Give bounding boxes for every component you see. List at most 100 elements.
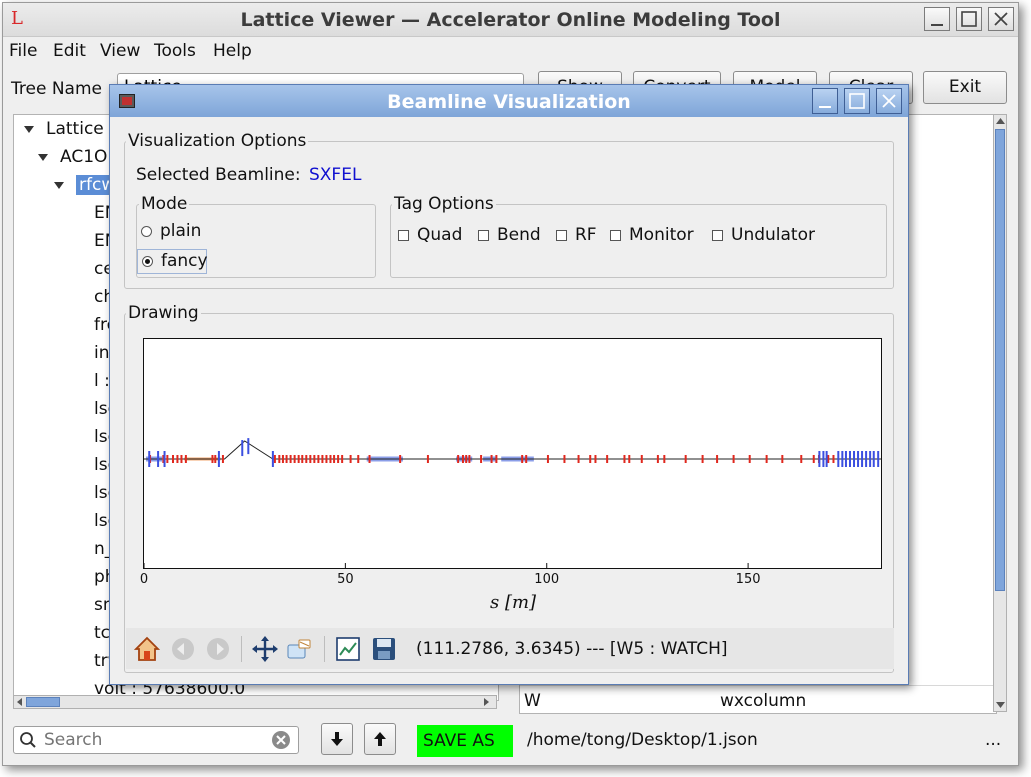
rf-element-mark (221, 455, 224, 463)
tree-node-root[interactable]: Lattice (24, 115, 104, 143)
rf-element-mark (368, 455, 371, 463)
table-divider (520, 685, 996, 686)
home-icon[interactable] (134, 636, 160, 662)
menu-help[interactable]: Help (213, 41, 252, 61)
rf-element-mark (495, 455, 498, 463)
file-path: /home/tong/Desktop/1.json (527, 730, 758, 750)
rf-element-mark (732, 455, 735, 463)
dialog-close-button[interactable] (876, 88, 902, 114)
scroll-right-icon[interactable] (482, 698, 490, 706)
property-vertical-scrollbar[interactable] (993, 114, 1007, 712)
monitor-checkbox[interactable] (610, 230, 621, 241)
rf-element-mark (606, 455, 609, 463)
tree-node-ac1o[interactable]: AC1O (38, 143, 107, 171)
property-scroll-thumb[interactable] (995, 129, 1005, 591)
rf-element-mark (765, 455, 768, 463)
quad-element-mark (853, 451, 856, 467)
rf-element-mark (289, 455, 292, 463)
rf-element-mark (333, 455, 336, 463)
bottom-bar: SAVE AS /home/tong/Desktop/1.json ... (3, 718, 1018, 765)
rf-element-mark (214, 455, 217, 463)
undulator-checkbox[interactable] (712, 230, 723, 241)
quad-element-mark (857, 451, 860, 467)
dialog-title-bar[interactable]: Beamline Visualization (110, 85, 908, 117)
subplots-icon[interactable] (335, 636, 361, 662)
dialog-maximize-button[interactable] (844, 88, 870, 114)
menu-tools[interactable]: Tools (154, 41, 196, 61)
close-icon (882, 94, 896, 108)
rf-element-mark (166, 455, 169, 463)
cursor-status-readout: (111.2786, 3.6345) --- [W5 : WATCH] (416, 639, 728, 659)
main-title-bar[interactable]: L Lattice Viewer — Accelerator Online Mo… (3, 3, 1018, 37)
beamline-path (144, 440, 881, 460)
quad-checkbox[interactable] (398, 230, 409, 241)
rf-element-mark (812, 455, 815, 463)
search-next-button[interactable] (321, 723, 353, 755)
fancy-radio[interactable] (142, 256, 153, 267)
beamline-plot-area[interactable] (143, 338, 882, 569)
menu-edit[interactable]: Edit (53, 41, 86, 61)
quad-element-mark (841, 451, 844, 467)
save-as-button[interactable]: SAVE AS (417, 725, 513, 757)
tag-options-title: Tag Options (392, 194, 496, 214)
close-button[interactable] (988, 7, 1014, 31)
clear-search-icon[interactable] (271, 730, 291, 750)
toolbar-separator (324, 636, 325, 662)
exit-button[interactable]: Exit (923, 71, 1007, 104)
rf-element-mark (546, 455, 549, 463)
pan-icon[interactable] (252, 636, 278, 662)
bend-checkbox[interactable] (478, 230, 489, 241)
expand-arrow-icon[interactable] (54, 181, 64, 189)
search-input[interactable] (44, 728, 264, 752)
tree-leaf-item[interactable]: l : (94, 367, 110, 395)
expand-arrow-icon[interactable] (38, 153, 48, 161)
rf-element-mark (176, 455, 179, 463)
mode-fancy-option[interactable]: fancy (137, 249, 208, 274)
rf-element-mark (589, 455, 592, 463)
quad-element-mark (157, 451, 160, 467)
rf-element-mark (623, 455, 626, 463)
rf-element-mark (480, 455, 483, 463)
forward-icon[interactable] (205, 636, 231, 662)
x-tick-label: 50 (337, 572, 354, 587)
search-prev-button[interactable] (364, 723, 396, 755)
quad-element-mark (163, 451, 166, 467)
rf-element-mark (357, 455, 360, 463)
rf-element-mark (563, 455, 566, 463)
rf-checkbox[interactable] (556, 230, 567, 241)
more-button[interactable]: ... (985, 730, 1001, 750)
search-box[interactable] (13, 726, 299, 754)
tree-horizontal-scrollbar[interactable] (13, 695, 497, 709)
scroll-up-icon[interactable] (996, 117, 1005, 125)
rf-element-mark (285, 455, 288, 463)
dialog-minimize-button[interactable] (812, 88, 838, 114)
zoom-icon[interactable] (286, 636, 312, 662)
scroll-down-icon[interactable] (996, 701, 1005, 709)
toolbar-separator (241, 636, 242, 662)
rf-element-mark (701, 455, 704, 463)
menu-view[interactable]: View (100, 41, 140, 61)
minimize-button[interactable] (924, 7, 950, 31)
maximize-button[interactable] (956, 7, 982, 31)
x-tick-label: 150 (735, 572, 761, 587)
tree-leaf-item[interactable]: tc (94, 619, 110, 647)
menu-file[interactable]: File (9, 41, 37, 61)
rf-element-mark (337, 455, 340, 463)
save-icon[interactable] (371, 636, 397, 662)
scroll-left-icon[interactable] (16, 698, 24, 706)
mode-plain-option[interactable]: plain (141, 221, 281, 245)
arrow-down-icon (331, 732, 343, 746)
rf-element-mark (171, 455, 174, 463)
tree-scroll-thumb[interactable] (26, 697, 60, 707)
property-key: W (524, 691, 541, 711)
plain-radio[interactable] (141, 226, 152, 237)
rf-element-mark (640, 455, 643, 463)
x-tick-label: 100 (534, 572, 560, 587)
expand-arrow-icon[interactable] (24, 125, 34, 133)
quad-element-mark (865, 451, 868, 467)
back-icon[interactable] (170, 636, 196, 662)
quad-element-mark (271, 451, 274, 467)
rf-element-mark (309, 455, 312, 463)
rf-element-mark (325, 455, 328, 463)
beamline-visualization-dialog: Beamline Visualization Visualization Opt… (109, 84, 909, 685)
